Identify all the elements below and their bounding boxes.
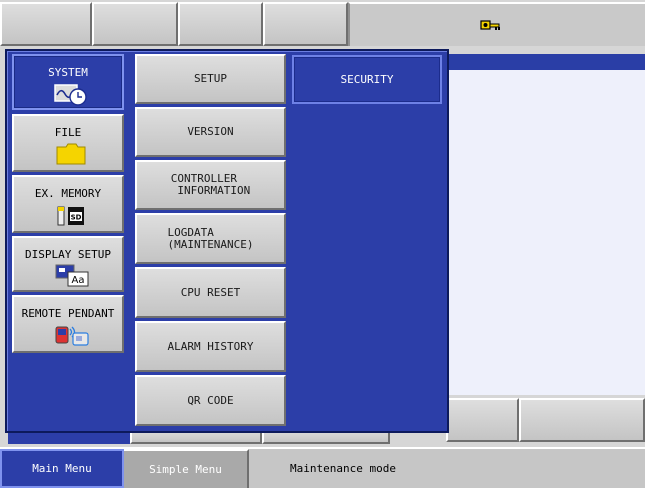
menu-remote-pendant-button[interactable]: REMOTE PENDANT [12, 295, 124, 353]
submenu-qr-code-label: QR CODE [187, 393, 234, 407]
submenu-setup-button[interactable]: SETUP [135, 54, 286, 104]
menu-file-button[interactable]: FILE [12, 114, 124, 172]
menu-display-setup-button[interactable]: DISPLAY SETUP Aa [12, 236, 124, 292]
lower-button-2[interactable] [519, 398, 645, 442]
submenu-qr-code-button[interactable]: QR CODE [135, 375, 286, 426]
pendant-icon [55, 326, 89, 346]
menu-ex-memory-label: EX. MEMORY [34, 187, 102, 200]
menu-remote-pendant-label: REMOTE PENDANT [21, 307, 115, 320]
submenu-version-label: VERSION [187, 125, 234, 138]
folder-icon [56, 143, 86, 165]
main-menu-label: Main Menu [32, 462, 92, 475]
lower-button-1[interactable] [446, 398, 519, 442]
submenu-controller-information-label: CONTROLLER INFORMATION [170, 172, 251, 197]
menu-system-button[interactable]: SYSTEM [12, 54, 124, 110]
status-message-label: Maintenance mode [290, 462, 396, 475]
submenu-logdata-label: LOGDATA (MAINTENANCE) [167, 225, 254, 251]
status-message: Maintenance mode [252, 449, 645, 488]
robot-key-icon [480, 20, 500, 30]
display-font-icon: Aa [55, 264, 89, 287]
submenu-cpu-reset-button[interactable]: CPU RESET [135, 267, 286, 318]
toolbar-button-1[interactable] [0, 2, 92, 46]
submenu-logdata-button[interactable]: LOGDATA (MAINTENANCE) [135, 213, 286, 264]
system-clock-icon [54, 84, 87, 106]
menu-ex-memory-button[interactable]: EX. MEMORY SD [12, 175, 124, 233]
menu-system-label: SYSTEM [48, 66, 88, 79]
simple-menu-tab[interactable]: Simple Menu [124, 449, 249, 488]
svg-text:Aa: Aa [72, 275, 85, 286]
menu-display-setup-label: DISPLAY SETUP [24, 248, 112, 261]
main-menu-tab[interactable]: Main Menu [0, 449, 124, 488]
menu-file-label: FILE [54, 126, 82, 139]
submenu-setup-label: SETUP [193, 72, 228, 85]
toolbar-button-2[interactable] [92, 2, 178, 46]
submenu-version-button[interactable]: VERSION [135, 107, 286, 157]
submenu-controller-information-button[interactable]: CONTROLLER INFORMATION [135, 160, 286, 210]
status-area [348, 2, 645, 46]
main-display-area [446, 54, 645, 395]
sd-card-icon: SD [57, 206, 84, 226]
submenu-cpu-reset-label: CPU RESET [180, 285, 241, 299]
submenu-alarm-history-label: ALARM HISTORY [167, 339, 254, 353]
simple-menu-label: Simple Menu [149, 463, 222, 476]
submenu-security-label: SECURITY [340, 73, 394, 86]
submenu-alarm-history-button[interactable]: ALARM HISTORY [135, 321, 286, 372]
toolbar-button-4[interactable] [263, 2, 348, 46]
toolbar-button-3[interactable] [178, 2, 263, 46]
submenu-security-button[interactable]: SECURITY [292, 55, 442, 104]
svg-text:SD: SD [71, 214, 82, 222]
